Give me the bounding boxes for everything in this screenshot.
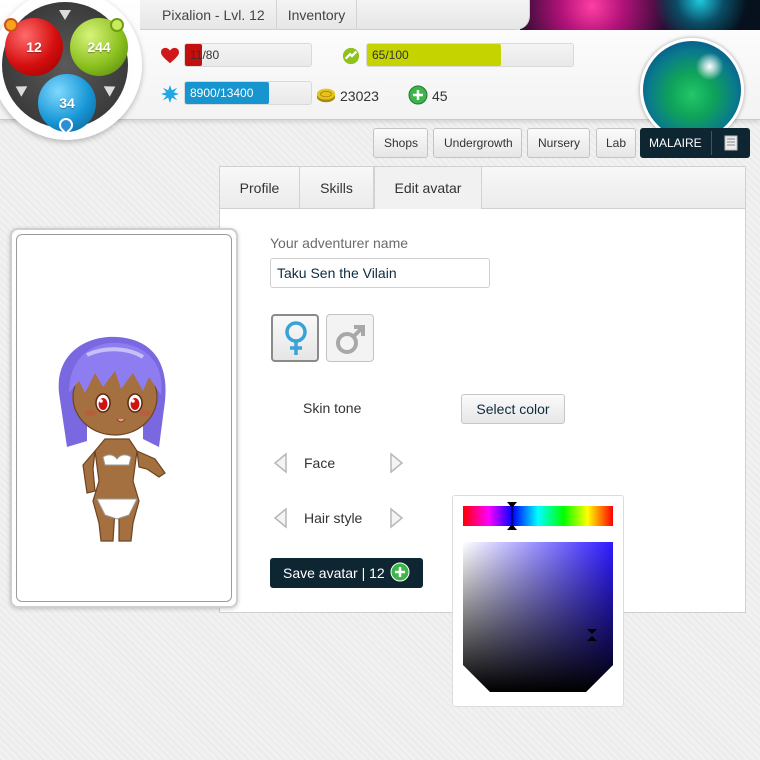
face-prev-button[interactable] [272,452,290,474]
world-globe-icon[interactable] [640,38,744,142]
male-gender-button[interactable] [326,314,374,362]
avatar-character-image [58,336,166,542]
scroll-icon[interactable] [722,134,740,152]
lightning-icon [342,47,360,65]
tab-profile[interactable]: Profile [220,167,300,209]
hair-style-prev-button[interactable] [272,507,290,529]
name-label: Your adventurer name [270,235,409,251]
chevron-right-icon [390,507,404,529]
tab-skills[interactable]: Skills [300,167,374,209]
hue-slider[interactable] [463,506,613,526]
star-burst-icon [161,85,179,103]
health-value: 11/80 [190,48,220,62]
female-gender-button[interactable] [271,314,319,362]
gold-count: 23023 [340,88,379,104]
chevron-left-icon [273,507,287,529]
nav-inventory[interactable]: Inventory [277,0,358,30]
adventurer-name-input[interactable] [270,258,490,288]
hue-slider-handle[interactable] [507,502,517,530]
gem-plus-icon [408,85,428,105]
color-selector-handle[interactable] [587,629,597,641]
subnav-shops[interactable]: Shops [373,128,428,158]
header-banner-image [520,0,760,30]
stamina-value: 65/100 [372,48,409,62]
female-symbol-icon [285,321,307,355]
avatar-preview-card [10,228,238,608]
saturation-value-area[interactable] [463,542,613,692]
gem-plus-icon [390,562,410,582]
subnav-nursery[interactable]: Nursery [527,128,590,158]
xp-value: 8900/13400 [190,86,254,100]
health-orb-value: 12 [26,39,42,55]
avatar-preview-frame [16,234,232,602]
subnav-lab[interactable]: Lab [596,128,636,158]
orb-arrow-icon [59,10,71,20]
male-symbol-icon [336,325,365,354]
gold-coin-icon [316,88,336,103]
face-label: Face [304,455,336,471]
chevron-right-icon [390,452,404,474]
leaf-badge-icon [110,18,124,32]
health-bar: 11/80 [184,43,312,67]
select-color-button[interactable]: Select color [461,394,565,424]
orb-arrow-icon [12,81,28,97]
subnav-undergrowth[interactable]: Undergrowth [433,128,522,158]
energy-orb-value: 244 [87,39,111,55]
face-next-button[interactable] [387,452,405,474]
divider [711,131,712,155]
chevron-left-icon [273,452,287,474]
coin-badge-icon [4,18,18,32]
top-nav: Pixalion - Lvl. 12 Inventory [140,0,530,30]
orb-arrow-icon [103,81,119,97]
save-avatar-button[interactable]: Save avatar | 12 [270,558,423,588]
skin-tone-label: Skin tone [303,400,362,416]
xp-bar: 8900/13400 [184,81,312,105]
hair-style-next-button[interactable] [387,507,405,529]
heart-icon [161,47,179,64]
tab-edit-avatar[interactable]: Edit avatar [374,167,482,209]
gem-count: 45 [432,88,448,104]
save-avatar-label: Save avatar | 12 [283,565,385,581]
color-picker-popup [452,495,624,707]
tab-bar: Profile Skills Edit avatar [220,167,745,209]
username: MALAIRE [649,136,702,150]
nav-character[interactable]: Pixalion - Lvl. 12 [140,0,277,30]
user-menu-button[interactable]: MALAIRE [640,128,750,158]
mana-orb-value: 34 [59,95,75,111]
hair-style-label: Hair style [304,510,363,526]
stamina-bar: 65/100 [366,43,574,67]
orb-background: 12 244 34 [2,2,128,135]
